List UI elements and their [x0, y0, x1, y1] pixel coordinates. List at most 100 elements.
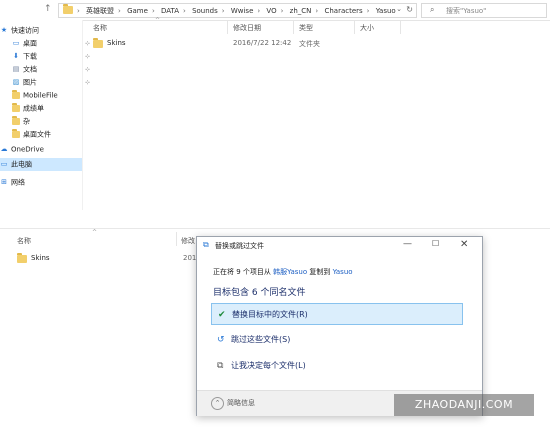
fewer-details-link[interactable]: 简略信息	[227, 398, 255, 408]
nav-item-desktop[interactable]: ▭ 桌面 ⊹	[0, 37, 94, 50]
column-divider[interactable]	[293, 20, 294, 34]
address-box[interactable]: › 英雄联盟 › Game › DATA › Sounds › Wwise › VO › z…	[58, 3, 417, 18]
pin-icon: ⊹	[84, 66, 90, 73]
table-row[interactable]: Skins 201	[12, 252, 196, 266]
breadcrumb-item[interactable]: zh_CN	[290, 7, 312, 15]
column-divider[interactable]	[176, 232, 177, 246]
nav-label: 下载	[23, 52, 37, 61]
nav-network[interactable]: ⊞ 网络	[0, 176, 82, 189]
nav-label: 杂	[23, 117, 30, 126]
progress-text: 正在将 9 个项目从 韩服Yasuo 复制到 Yasuo	[213, 267, 353, 277]
file-type: 文件夹	[299, 40, 320, 48]
option-label: 跳过这些文件(S)	[231, 335, 291, 344]
folder-icon	[12, 89, 20, 102]
computer-icon: ▭	[0, 160, 8, 168]
picture-icon: ▨	[12, 78, 20, 86]
file-name: Skins	[31, 254, 50, 262]
refresh-icon[interactable]: ↻	[406, 5, 413, 14]
pin-icon: ⊹	[84, 79, 90, 86]
column-divider[interactable]	[354, 20, 355, 34]
folder-icon	[63, 4, 73, 14]
nav-item-misc[interactable]: 杂	[0, 115, 94, 128]
folder-icon	[17, 253, 27, 263]
folder-icon	[93, 38, 103, 48]
option-label: 替换目标中的文件(R)	[232, 310, 308, 319]
nav-label: 快速访问	[11, 26, 39, 35]
nav-item-documents[interactable]: ▤ 文档 ⊹	[0, 63, 94, 76]
breadcrumb-item[interactable]: Game	[127, 7, 148, 15]
destination-link[interactable]: Yasuo	[333, 268, 353, 276]
dropdown-icon[interactable]: ⌄	[396, 5, 402, 13]
breadcrumb-item[interactable]: Sounds	[192, 7, 218, 15]
decide-icon: ⧉	[217, 361, 224, 371]
nav-label: 此电脑	[11, 160, 32, 169]
nav-label: 网络	[11, 178, 25, 187]
watermark: ZHAODANJI.COM	[394, 394, 534, 416]
breadcrumb-item[interactable]: Characters	[324, 7, 362, 15]
nav-this-pc[interactable]: ▭ 此电脑	[0, 158, 82, 171]
table-row[interactable]: Skins 2016/7/22 12:42 文件夹	[88, 38, 388, 50]
breadcrumb-item[interactable]: Wwise	[231, 7, 254, 15]
source-link[interactable]: 韩服Yasuo	[273, 268, 307, 276]
copy-icon: ⧉	[203, 240, 209, 249]
breadcrumb-item[interactable]: 英雄联盟	[86, 7, 114, 15]
cloud-icon: ☁	[0, 145, 8, 153]
nav-label: OneDrive	[11, 145, 44, 154]
chevron-right-icon: ›	[77, 7, 80, 15]
sort-arrow-icon: ^	[92, 229, 98, 236]
nav-label: 文档	[23, 65, 37, 74]
folder-icon	[12, 102, 20, 115]
nav-item-downloads[interactable]: ⬇ 下载 ⊹	[0, 50, 94, 63]
progress-prefix: 正在将 9 个项目从	[213, 268, 271, 276]
dialog-title: 替换或跳过文件	[215, 242, 264, 250]
nav-onedrive[interactable]: ☁ OneDrive	[0, 143, 82, 156]
address-bar: ↑ › 英雄联盟 › Game › DATA › Sounds › Wwise › VO ›…	[0, 0, 550, 21]
option-label: 让我决定每个文件(L)	[231, 361, 306, 370]
search-icon: ⌕	[430, 5, 435, 14]
nav-label: MobileFile	[23, 91, 58, 100]
breadcrumb-item[interactable]: VO	[266, 7, 276, 15]
column-header-name[interactable]: 名称	[17, 236, 31, 246]
nav-item-desktop-files[interactable]: 桌面文件	[0, 128, 94, 141]
desktop-icon: ▭	[12, 39, 20, 47]
breadcrumb: › 英雄联盟 › Game › DATA › Sounds › Wwise › VO › z…	[77, 7, 396, 15]
progress-mid: 复制到	[309, 268, 331, 276]
sort-arrow-icon: ^	[155, 17, 161, 24]
skip-icon: ↺	[217, 335, 225, 345]
maximize-button[interactable]: ☐	[432, 239, 439, 248]
replace-option[interactable]: ✔ 替换目标中的文件(R)	[211, 303, 463, 325]
column-header-date[interactable]: 修改日期	[233, 23, 261, 33]
minimize-button[interactable]: —	[403, 239, 412, 249]
nav-item-transcript[interactable]: 成绩单	[0, 102, 94, 115]
nav-quick-access[interactable]: ★ 快速访问	[0, 24, 82, 37]
breadcrumb-item[interactable]: Yasuo	[376, 7, 396, 15]
column-divider[interactable]	[227, 20, 228, 34]
column-header-name[interactable]: 名称	[93, 23, 107, 33]
nav-item-pictures[interactable]: ▨ 图片 ⊹	[0, 76, 94, 89]
column-header-date[interactable]: 修改	[181, 236, 195, 246]
network-icon: ⊞	[1, 178, 7, 186]
file-date: 2016/7/22 12:42	[233, 39, 292, 47]
file-name: Skins	[107, 39, 126, 47]
column-header-type[interactable]: 类型	[299, 23, 313, 33]
nav-label: 桌面	[23, 39, 37, 48]
column-header-size[interactable]: 大小	[360, 23, 374, 33]
nav-item-mobilefile[interactable]: MobileFile	[0, 89, 94, 102]
conflict-message: 目标包含 6 个同名文件	[213, 288, 306, 298]
column-divider[interactable]	[400, 20, 401, 34]
search-input[interactable]: ⌕ 搜索"Yasuo"	[421, 3, 547, 18]
breadcrumb-item[interactable]: DATA	[161, 7, 179, 15]
replace-or-skip-dialog: ⧉ 替换或跳过文件 — ☐ ✕ 正在将 9 个项目从 韩服Yasuo 复制到 Y…	[196, 236, 483, 416]
up-arrow-icon[interactable]: ↑	[44, 4, 52, 14]
navigation-pane: ★ 快速访问 ▭ 桌面 ⊹ ⬇ 下载 ⊹ ▤ 文档 ⊹ ▨ 图片 ⊹ MobileFile 成绩单…	[0, 20, 90, 225]
chevron-up-icon[interactable]: ⌃	[211, 397, 224, 410]
file-date: 201	[183, 254, 197, 262]
search-placeholder: 搜索"Yasuo"	[446, 7, 487, 15]
skip-option[interactable]: ↺ 跳过这些文件(S)	[211, 329, 463, 351]
decide-each-option[interactable]: ⧉ 让我决定每个文件(L)	[211, 355, 463, 377]
nav-label: 桌面文件	[23, 130, 51, 139]
nav-label: 成绩单	[23, 104, 44, 113]
star-icon: ★	[0, 26, 8, 34]
close-button[interactable]: ✕	[460, 239, 468, 250]
nav-label: 图片	[23, 78, 37, 87]
